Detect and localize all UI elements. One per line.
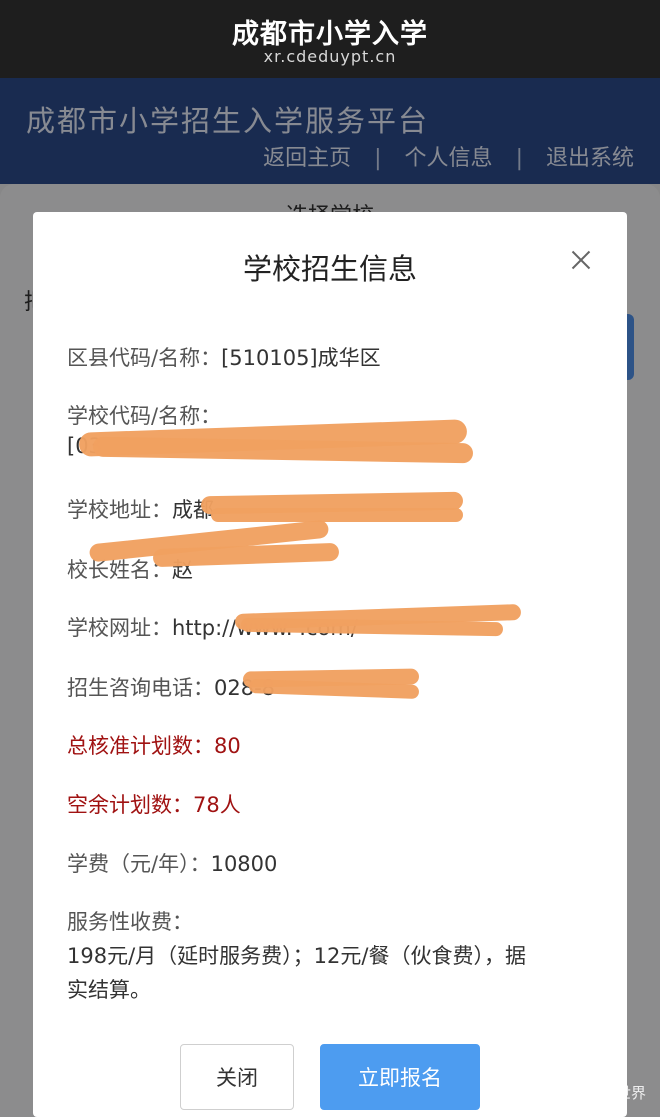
watermark-text: @70后范姐看世界: [521, 1084, 646, 1102]
total-plan-value: 80: [214, 734, 241, 758]
remaining-plan-value: 78人: [193, 793, 241, 817]
remaining-plan-label: 空余计划数：: [67, 793, 193, 817]
service-fee-value-line1: 198元/月（延时服务费）；12元/餐（伙食费），据: [67, 944, 526, 968]
district-label: 区县代码/名称：: [67, 346, 222, 370]
address-label: 学校地址：: [67, 498, 172, 522]
browser-title: 成都市小学入学: [232, 19, 428, 50]
tuition-value: 10800: [210, 852, 278, 876]
browser-bar: 成都市小学入学 xr.cdeduypt.cn: [0, 0, 660, 78]
remaining-plan-field: 空余计划数：78人: [67, 789, 241, 819]
total-plan-field: 总核准计划数：80: [67, 730, 241, 760]
modal-title: 学校招生信息: [242, 252, 417, 286]
redaction-mark: [211, 508, 463, 522]
browser-url[interactable]: xr.cdeduypt.cn: [0, 47, 660, 66]
close-icon[interactable]: [571, 250, 591, 270]
page: 成都市小学入学 xr.cdeduypt.cn 成都市小学招生入学服务平台 返回主…: [0, 0, 660, 1117]
school-info-modal: 学校招生信息 区县代码/名称：[510105]成华区 学校代码/名称： [03 …: [33, 212, 627, 1117]
school-code-label: 学校代码/名称：: [67, 404, 222, 428]
service-fee-value-line2: 实结算。: [67, 978, 151, 1002]
total-plan-label: 总核准计划数：: [67, 734, 214, 758]
service-fee-line1: 198元/月（延时服务费）；12元/餐（伙食费），据: [67, 940, 526, 970]
service-fee-line2: 实结算。: [67, 974, 151, 1004]
district-field: 区县代码/名称：[510105]成华区: [67, 342, 381, 372]
tuition-field: 学费（元/年）：10800: [67, 848, 277, 878]
website-label: 学校网址：: [67, 616, 172, 640]
tuition-label: 学费（元/年）：: [67, 852, 211, 876]
address-field: 学校地址：成都: [67, 494, 214, 524]
school-code-field: 学校代码/名称：: [67, 400, 221, 430]
district-value: [510105]成华区: [221, 346, 381, 370]
phone-label: 招生咨询电话：: [67, 676, 214, 700]
apply-now-button[interactable]: 立即报名: [320, 1044, 480, 1110]
service-fee-field: 服务性收费：: [67, 906, 193, 936]
close-button[interactable]: 关闭: [180, 1044, 294, 1110]
service-fee-label: 服务性收费：: [67, 910, 193, 934]
